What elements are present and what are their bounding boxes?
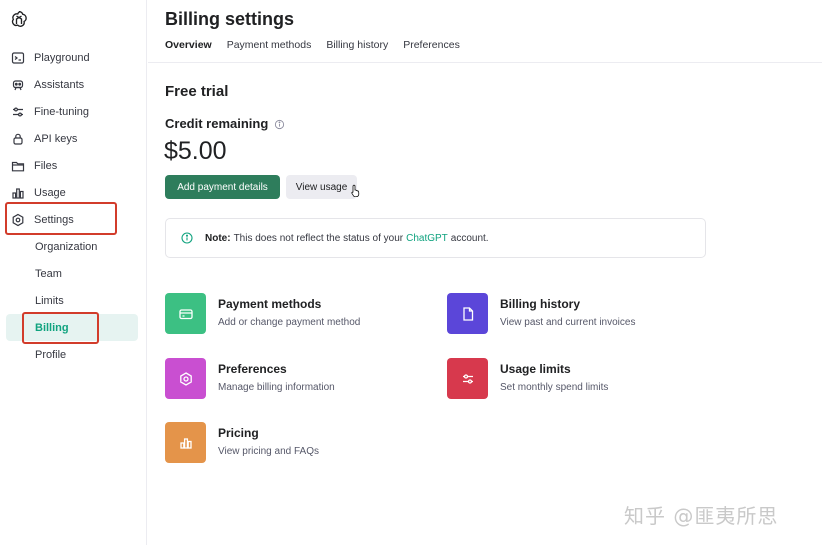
card-title: Pricing (218, 426, 259, 440)
sidebar-item-assistants[interactable]: Assistants (0, 71, 147, 98)
sidebar-item-label: Settings (34, 213, 74, 226)
tab-payment-methods[interactable]: Payment methods (227, 39, 312, 57)
credit-amount: $5.00 (164, 137, 227, 165)
card-description: View past and current invoices (500, 317, 636, 328)
sidebar-item-label: Usage (34, 186, 66, 199)
sidebar-item-label: Playground (34, 51, 90, 64)
info-circle-icon (181, 232, 193, 244)
card-title: Preferences (218, 362, 287, 376)
header-divider (148, 62, 822, 63)
sidebar-subitem-team[interactable]: Team (0, 260, 147, 287)
card-title: Payment methods (218, 297, 322, 311)
sidebar-subitem-organization[interactable]: Organization (0, 233, 147, 260)
sidebar-item-label: Fine-tuning (34, 105, 90, 118)
settings-hex-icon (165, 358, 206, 399)
plan-title: Free trial (165, 83, 229, 100)
note-prefix: Note: (205, 232, 231, 244)
folder-icon (11, 159, 25, 173)
sidebar-item-label: Assistants (34, 78, 85, 91)
view-usage-button[interactable]: View usage (286, 175, 357, 199)
tab-overview[interactable]: Overview (165, 39, 212, 57)
sidebar-nav: Playground Assistants Fine-tuning API ke… (0, 44, 147, 368)
sidebar-subitem-profile[interactable]: Profile (0, 341, 147, 368)
lock-icon (11, 132, 25, 146)
sidebar-item-fine-tuning[interactable]: Fine-tuning (0, 98, 147, 125)
card-description: Manage billing information (218, 382, 335, 393)
sidebar-item-settings[interactable]: Settings (0, 206, 147, 233)
card-description: Set monthly spend limits (500, 382, 609, 393)
document-icon (447, 293, 488, 334)
sidebar: Playground Assistants Fine-tuning API ke… (0, 0, 147, 545)
note-banner: Note: This does not reflect the status o… (165, 218, 706, 258)
sidebar-item-label: Files (34, 159, 58, 172)
gear-icon (11, 213, 25, 227)
note-text: This does not reflect the status of your (233, 232, 404, 244)
chatgpt-link[interactable]: ChatGPT (406, 233, 448, 244)
sidebar-item-files[interactable]: Files (0, 152, 147, 179)
add-payment-details-button[interactable]: Add payment details (165, 175, 280, 199)
credit-label: Credit remaining (165, 116, 285, 131)
credit-card-icon (165, 293, 206, 334)
sliders-icon (447, 358, 488, 399)
card-title: Usage limits (500, 362, 571, 376)
billing-history-card[interactable]: Billing history View past and current in… (447, 293, 635, 334)
card-title: Billing history (500, 297, 581, 311)
robot-icon (11, 78, 25, 92)
credit-label-text: Credit remaining (165, 116, 269, 131)
sidebar-subitem-billing[interactable]: Billing (6, 314, 138, 341)
watermark: 知乎 @匪夷所思 (624, 504, 779, 528)
note-text-end: account. (450, 232, 489, 244)
pricing-card[interactable]: Pricing View pricing and FAQs (165, 422, 319, 463)
sidebar-item-usage[interactable]: Usage (0, 179, 147, 206)
sidebar-item-label: API keys (34, 132, 78, 145)
card-description: View pricing and FAQs (218, 446, 319, 457)
info-icon[interactable] (274, 118, 285, 130)
preferences-card[interactable]: Preferences Manage billing information (165, 358, 335, 399)
page-title: Billing settings (165, 9, 295, 29)
openai-logo-icon[interactable] (9, 9, 29, 29)
sliders-icon (11, 105, 25, 119)
bar-chart-icon (165, 422, 206, 463)
payment-methods-card[interactable]: Payment methods Add or change payment me… (165, 293, 360, 334)
main-content: Billing settings Overview Payment method… (148, 0, 822, 545)
sidebar-item-api-keys[interactable]: API keys (0, 125, 147, 152)
tab-bar: Overview Payment methods Billing history… (165, 39, 460, 57)
hand-cursor-icon (351, 184, 361, 198)
sidebar-item-playground[interactable]: Playground (0, 44, 147, 71)
card-description: Add or change payment method (218, 317, 361, 328)
bar-chart-icon (11, 186, 25, 200)
tab-billing-history[interactable]: Billing history (326, 39, 388, 57)
terminal-icon (11, 51, 25, 65)
sidebar-subitem-limits[interactable]: Limits (0, 287, 147, 314)
tab-preferences[interactable]: Preferences (403, 39, 460, 57)
usage-limits-card[interactable]: Usage limits Set monthly spend limits (447, 358, 608, 399)
